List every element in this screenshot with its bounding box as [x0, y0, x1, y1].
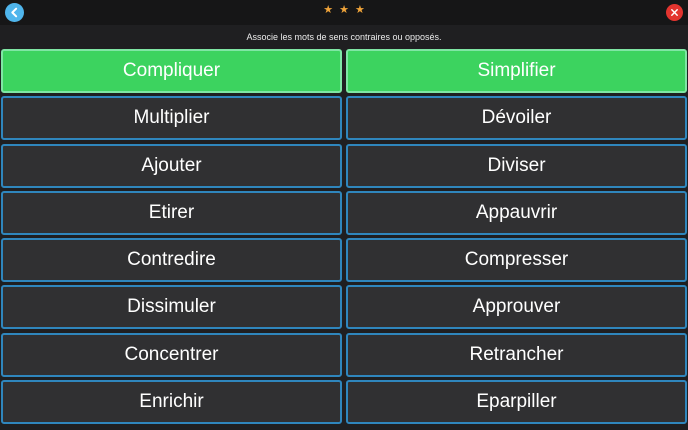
- word-tile-right[interactable]: Approuver: [346, 285, 687, 330]
- word-tile-right[interactable]: Compresser: [346, 238, 687, 283]
- word-tile-right[interactable]: Retrancher: [346, 332, 687, 377]
- word-tile-left[interactable]: Enrichir: [1, 380, 342, 425]
- word-tile-left[interactable]: Ajouter: [1, 143, 342, 188]
- word-tile-left[interactable]: Compliquer: [1, 49, 342, 93]
- word-tile-left[interactable]: Concentrer: [1, 332, 342, 377]
- star-icon: ★: [323, 3, 334, 16]
- word-tile-left[interactable]: Contredire: [1, 238, 342, 283]
- word-tile-right[interactable]: Appauvrir: [346, 190, 687, 235]
- star-rating: ★ ★ ★: [0, 0, 688, 20]
- word-tile-left[interactable]: Multiplier: [1, 96, 342, 141]
- top-bar: ★ ★ ★: [0, 0, 688, 25]
- word-tile-left[interactable]: Dissimuler: [1, 285, 342, 330]
- close-icon: [671, 9, 678, 16]
- close-button[interactable]: [666, 4, 683, 21]
- word-tile-right[interactable]: Eparpiller: [346, 380, 687, 425]
- instruction-text: Associe les mots de sens contraires ou o…: [246, 32, 442, 42]
- word-grid: Compliquer Simplifier Multiplier Dévoile…: [1, 49, 687, 427]
- word-tile-right[interactable]: Diviser: [346, 143, 687, 188]
- star-icon: ★: [354, 3, 365, 16]
- word-tile-right[interactable]: Simplifier: [346, 49, 687, 93]
- word-tile-right[interactable]: Dévoiler: [346, 96, 687, 141]
- word-tile-left[interactable]: Etirer: [1, 190, 342, 235]
- star-icon: ★: [339, 3, 349, 16]
